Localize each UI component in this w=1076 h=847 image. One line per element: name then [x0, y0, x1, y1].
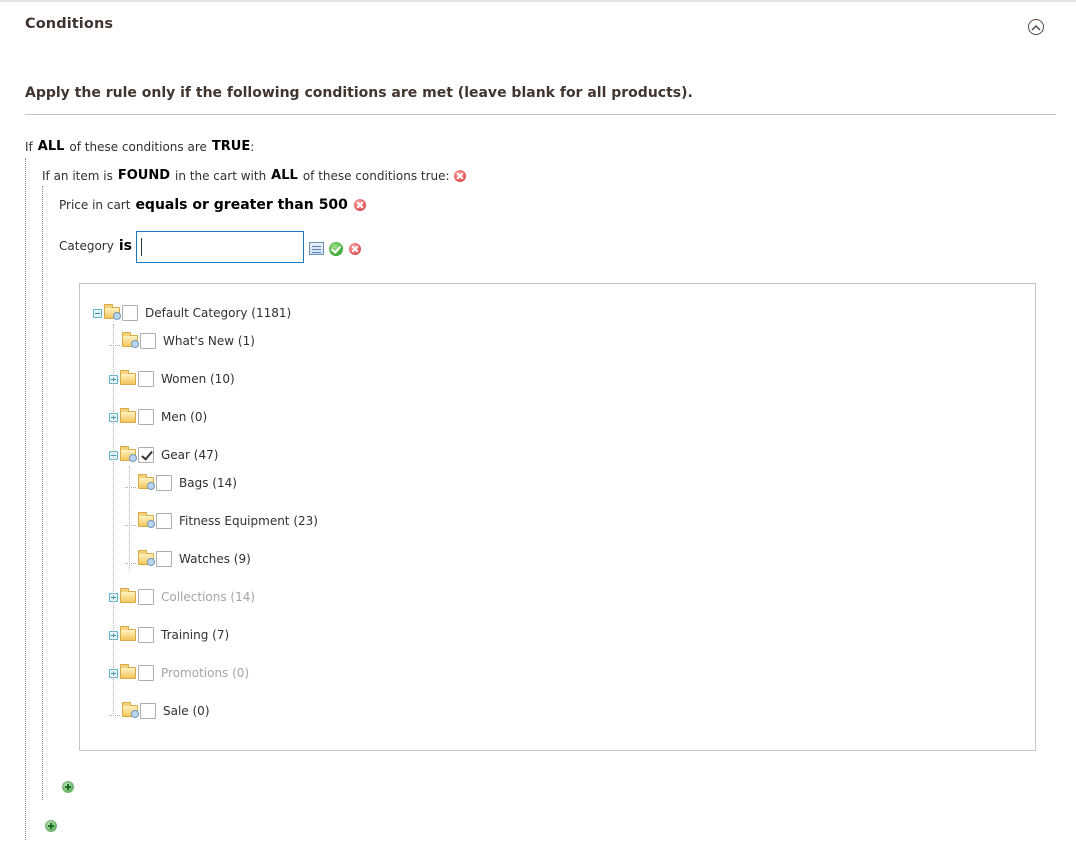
category-condition: Category is	[59, 238, 132, 254]
remove-icon[interactable]	[453, 169, 466, 182]
tree-guide-line	[42, 186, 43, 800]
price-operator-select[interactable]: equals or greater than	[135, 197, 313, 213]
root-middle: of these conditions are	[69, 139, 207, 154]
found-suffix: of these conditions true:	[302, 168, 450, 183]
folder-icon	[120, 588, 136, 603]
price-value[interactable]: 500	[319, 197, 348, 213]
tree-elbow-line	[109, 706, 120, 716]
tree-node[interactable]: Women (10)	[109, 369, 235, 389]
category-checkbox[interactable]	[138, 371, 154, 387]
divider	[25, 114, 1056, 115]
category-checkbox[interactable]	[138, 665, 154, 681]
remove-icon[interactable]	[353, 199, 366, 211]
root-prefix: If	[25, 139, 33, 154]
tree-node-label[interactable]: Gear (47)	[161, 448, 218, 462]
root-value-select[interactable]: TRUE	[212, 139, 250, 154]
found-condition: If an item is FOUND in the cart with ALL…	[42, 168, 466, 183]
price-condition: Price in cart equals or greater than 500	[59, 197, 366, 213]
category-checkbox[interactable]	[138, 409, 154, 425]
category-attribute: Category	[59, 239, 114, 253]
category-checkbox[interactable]	[156, 551, 172, 567]
chevron-up-circle-icon[interactable]	[1028, 19, 1044, 35]
folder-icon	[104, 304, 121, 320]
folder-icon	[120, 446, 137, 462]
folder-icon	[138, 512, 155, 528]
tree-node[interactable]: Men (0)	[109, 407, 207, 427]
list-chooser-icon[interactable]	[309, 242, 324, 255]
category-checkbox[interactable]	[156, 475, 172, 491]
add-condition-icon[interactable]	[45, 820, 57, 832]
tree-node[interactable]: Fitness Equipment (23)	[125, 511, 318, 531]
category-operator-select[interactable]: is	[119, 238, 132, 254]
tree-node-label[interactable]: What's New (1)	[163, 334, 255, 348]
tree-node[interactable]: Watches (9)	[125, 549, 251, 569]
apply-check-icon[interactable]	[329, 242, 343, 256]
tree-node[interactable]: Default Category (1181)	[93, 303, 291, 323]
tree-node[interactable]: Bags (14)	[125, 473, 237, 493]
category-checkbox[interactable]	[138, 627, 154, 643]
tree-node[interactable]: Sale (0)	[109, 701, 210, 721]
found-aggregator-select[interactable]: ALL	[271, 168, 298, 183]
folder-icon	[122, 332, 139, 348]
tree-node-label[interactable]: Default Category (1181)	[145, 306, 291, 320]
folder-icon	[120, 626, 136, 641]
found-select[interactable]: FOUND	[118, 168, 170, 183]
folder-icon	[120, 370, 136, 385]
tree-node-label[interactable]: Promotions (0)	[161, 666, 249, 680]
root-condition: If ALL of these conditions are TRUE :	[25, 139, 254, 154]
tree-node-label[interactable]: Women (10)	[161, 372, 235, 386]
tree-elbow-line	[109, 336, 120, 346]
remove-icon[interactable]	[349, 243, 361, 255]
found-prefix: If an item is	[42, 168, 113, 183]
found-middle: in the cart with	[175, 168, 267, 183]
tree-guide-line	[113, 324, 114, 714]
tree-guide-line	[129, 466, 130, 570]
folder-icon	[120, 664, 136, 679]
section-title[interactable]: Conditions	[25, 16, 113, 32]
tree-node[interactable]: What's New (1)	[109, 331, 255, 351]
tree-elbow-line	[125, 478, 136, 488]
tree-node[interactable]: Collections (14)	[109, 587, 255, 607]
tree-node-label[interactable]: Sale (0)	[163, 704, 210, 718]
category-value-input[interactable]	[136, 231, 304, 263]
tree-node[interactable]: Gear (47)	[109, 445, 218, 465]
collapse-icon[interactable]	[93, 308, 102, 318]
tree-node-label[interactable]: Men (0)	[161, 410, 207, 424]
tree-node-label[interactable]: Fitness Equipment (23)	[179, 514, 318, 528]
top-border	[0, 0, 1076, 2]
tree-elbow-line	[125, 554, 136, 564]
price-attribute: Price in cart	[59, 198, 131, 212]
tree-guide-line	[25, 158, 26, 840]
tree-node-label[interactable]: Collections (14)	[161, 590, 255, 604]
folder-icon	[120, 408, 136, 423]
tree-node-label[interactable]: Watches (9)	[179, 552, 251, 566]
text-cursor	[141, 238, 142, 256]
category-checkbox[interactable]	[156, 513, 172, 529]
fieldset-legend: Apply the rule only if the following con…	[25, 85, 693, 101]
category-checkbox[interactable]	[138, 447, 154, 463]
root-suffix: :	[250, 139, 255, 154]
add-condition-icon[interactable]	[62, 781, 74, 793]
tree-elbow-line	[125, 516, 136, 526]
category-checkbox[interactable]	[140, 333, 156, 349]
root-aggregator-select[interactable]: ALL	[38, 139, 65, 154]
folder-icon	[122, 702, 139, 718]
tree-node-label[interactable]: Bags (14)	[179, 476, 237, 490]
tree-node[interactable]: Training (7)	[109, 625, 229, 645]
folder-icon	[138, 550, 155, 566]
category-checkbox[interactable]	[138, 589, 154, 605]
folder-icon	[138, 474, 155, 490]
category-checkbox[interactable]	[140, 703, 156, 719]
tree-node[interactable]: Promotions (0)	[109, 663, 249, 683]
category-checkbox[interactable]	[122, 305, 138, 321]
tree-node-label[interactable]: Training (7)	[161, 628, 229, 642]
